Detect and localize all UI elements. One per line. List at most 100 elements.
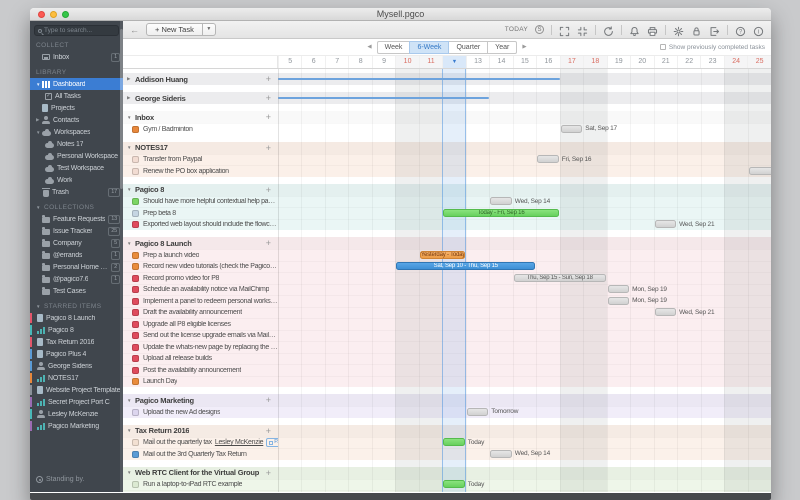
sidebar-item-test-cases[interactable]: ▼Test Cases	[30, 285, 123, 297]
task-checkbox[interactable]	[132, 168, 139, 175]
minimize-window-button[interactable]	[50, 11, 57, 18]
sidebar-item-trash[interactable]: ▼Trash17	[30, 186, 123, 198]
task-row[interactable]: Launch Day	[123, 376, 771, 388]
task-checkbox[interactable]	[132, 126, 139, 133]
task-checkbox[interactable]	[132, 263, 139, 270]
show-completed-checkbox[interactable]: Show previously completed tasks	[660, 39, 765, 55]
fullscreen-icon[interactable]	[559, 24, 570, 35]
chevron-down-icon[interactable]: ▼	[36, 304, 42, 309]
task-checkbox[interactable]	[132, 409, 139, 416]
task-bar[interactable]	[655, 220, 676, 228]
task-checkbox[interactable]	[132, 367, 139, 374]
chevron-down-icon[interactable]: ▼	[127, 428, 135, 433]
task-checkbox[interactable]	[132, 198, 139, 205]
add-task-button[interactable]: +	[266, 426, 271, 436]
task-checkbox[interactable]	[132, 275, 139, 282]
project-header-row[interactable]: ▼Pagico Marketing+	[123, 394, 771, 406]
task-row[interactable]: Renew the PO box application	[123, 165, 771, 177]
task-checkbox[interactable]	[132, 451, 139, 458]
task-bar[interactable]: Today - Fri, Sep 16	[443, 209, 558, 217]
add-task-button[interactable]: +	[266, 185, 271, 195]
sidebar-item-personal-workspace[interactable]: Personal Workspace	[30, 150, 123, 162]
task-bar[interactable]	[608, 297, 629, 305]
sidebar-item-pagico-marketing[interactable]: Pagico Marketing	[30, 420, 123, 432]
task-bar[interactable]	[443, 438, 464, 446]
export-icon[interactable]	[709, 24, 720, 35]
sidebar-item-feature-requests[interactable]: ▼Feature Requests13	[30, 213, 123, 225]
exit-fullscreen-icon[interactable]	[577, 24, 588, 35]
lock-icon[interactable]	[691, 24, 702, 35]
task-bar[interactable]	[443, 480, 464, 488]
add-task-button[interactable]: +	[266, 93, 271, 103]
task-row[interactable]: Upgrade all P8 eligible licenses	[123, 318, 771, 330]
view-tab-6-week[interactable]: 6-Week	[409, 41, 449, 54]
sidebar-item-pagico7-6[interactable]: ▼@pagico7.61	[30, 273, 123, 285]
sidebar-item-personal-home-stuff[interactable]: ▼Personal Home Stuff2	[30, 261, 123, 273]
sync-icon[interactable]	[603, 24, 614, 35]
task-row[interactable]: Post the availability announcement	[123, 364, 771, 376]
sidebar-item-test-workspace[interactable]: Test Workspace	[30, 162, 123, 174]
sidebar-item-website-project-template[interactable]: Website Project Template	[30, 384, 123, 396]
task-checkbox[interactable]	[132, 309, 139, 316]
prev-period-button[interactable]: ◀	[362, 44, 376, 50]
chevron-down-icon[interactable]: ▼	[127, 241, 135, 246]
task-checkbox[interactable]	[132, 156, 139, 163]
task-checkbox[interactable]	[132, 298, 139, 305]
print-icon[interactable]	[647, 24, 658, 35]
settings-gear-icon[interactable]	[673, 24, 684, 35]
contact-link[interactable]: Lesley McKenzie	[215, 439, 263, 446]
sidebar-item-secret-project-port-c[interactable]: Secret Project Port C	[30, 396, 123, 408]
close-window-button[interactable]	[38, 11, 45, 18]
add-task-button[interactable]: +	[266, 112, 271, 122]
chevron-down-icon[interactable]: ▼	[127, 115, 135, 120]
sidebar-item-pagico-plus-4[interactable]: Pagico Plus 4	[30, 348, 123, 360]
task-bar[interactable]	[561, 125, 582, 133]
sidebar-item-pagico-8[interactable]: Pagico 8	[30, 324, 123, 336]
task-row[interactable]: Record promo video for P8	[123, 272, 771, 284]
task-row[interactable]: Gym / Badminton	[123, 123, 771, 135]
view-tab-year[interactable]: Year	[487, 41, 517, 54]
next-period-button[interactable]: ▶	[517, 44, 531, 50]
sidebar-item-notes17[interactable]: NOTES17	[30, 372, 123, 384]
project-header-row[interactable]: ▼Pagico 8 Launch+	[123, 237, 771, 249]
task-checkbox[interactable]	[132, 252, 139, 259]
task-row[interactable]: Schedule an availability notice via Mail…	[123, 284, 771, 296]
chevron-down-icon[interactable]: ▼	[127, 398, 135, 403]
chevron-down-icon[interactable]: ▼	[127, 145, 135, 150]
sidebar-item-contacts[interactable]: ▶Contacts	[30, 114, 123, 126]
sidebar-item-notes-17[interactable]: Notes 17	[30, 138, 123, 150]
add-task-button[interactable]: +	[266, 468, 271, 478]
sidebar-item-all-tasks[interactable]: All Tasks	[30, 90, 123, 102]
task-bar[interactable]	[749, 167, 771, 175]
task-checkbox[interactable]	[132, 439, 139, 446]
project-header-row[interactable]: ▼Tax Return 2016+	[123, 425, 771, 437]
search-input[interactable]: Type to search...	[34, 25, 119, 36]
view-tab-week[interactable]: Week	[377, 41, 411, 54]
new-task-dropdown-button[interactable]: ▼	[203, 23, 216, 36]
sidebar-item-tax-return-2016[interactable]: Tax Return 2016	[30, 336, 123, 348]
add-task-button[interactable]: +	[266, 143, 271, 153]
sidebar-item-pagico-8-launch[interactable]: Pagico 8 Launch	[30, 312, 123, 324]
task-bar[interactable]: Yesterday - Today	[420, 251, 465, 259]
task-bar[interactable]	[467, 492, 488, 493]
help-icon[interactable]: ?	[735, 24, 746, 35]
add-task-button[interactable]: +	[266, 395, 271, 405]
view-tab-quarter[interactable]: Quarter	[448, 41, 488, 54]
task-checkbox[interactable]	[132, 332, 139, 339]
task-checkbox[interactable]	[132, 344, 139, 351]
notifications-bell-icon[interactable]	[629, 24, 640, 35]
sidebar-item-lesley-mckenzie[interactable]: Lesley McKenzie	[30, 408, 123, 420]
add-task-button[interactable]: +	[266, 74, 271, 84]
sidebar-item-company[interactable]: ▼Company5	[30, 237, 123, 249]
chevron-down-icon[interactable]: ▼	[127, 187, 135, 192]
task-checkbox[interactable]	[132, 378, 139, 385]
task-checkbox[interactable]	[132, 321, 139, 328]
task-bar[interactable]	[655, 308, 676, 316]
zoom-window-button[interactable]	[62, 11, 69, 18]
project-header-row[interactable]: ▼Inbox+	[123, 111, 771, 123]
chevron-right-icon[interactable]: ▶	[127, 76, 135, 82]
task-checkbox[interactable]	[132, 221, 139, 228]
chevron-down-icon[interactable]: ▼	[127, 470, 135, 475]
sidebar-item-george-sideris[interactable]: George Sideris	[30, 360, 123, 372]
project-header-row[interactable]: ▼Pagico 8+	[123, 184, 771, 196]
